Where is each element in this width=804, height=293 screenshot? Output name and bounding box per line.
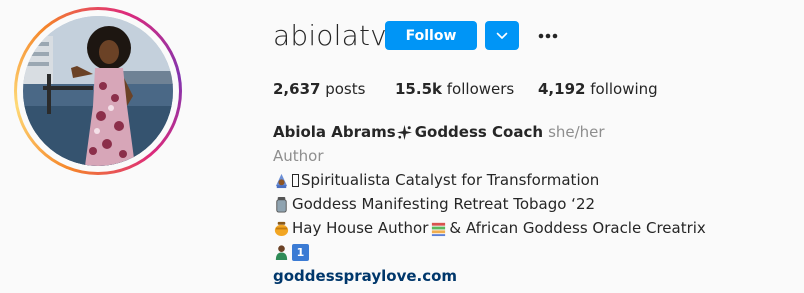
keycap-one-icon: 1 (292, 243, 309, 261)
followers-stat[interactable]: 15.5k followers (395, 80, 514, 98)
missing-glyph-icon (292, 173, 299, 187)
bio-text-3b: & African Goddess Oracle Creatrix (449, 219, 706, 237)
following-count: 4,192 (538, 80, 586, 98)
profile-category: Author (273, 147, 324, 165)
person-icon (275, 244, 288, 260)
honey-pot-icon (274, 221, 289, 236)
bio-name-line: Abiola Abrams Goddess Coach she/her (273, 120, 706, 144)
bio-text-1: Spiritualista Catalyst for Transformatio… (301, 171, 600, 189)
suggested-accounts-button[interactable] (485, 21, 519, 50)
bio-website-line: goddesspraylove.com (273, 264, 706, 288)
avatar[interactable] (23, 16, 173, 166)
posts-label: posts (325, 80, 366, 98)
follow-button[interactable]: Follow (385, 21, 477, 50)
bio-line-4: 1 (273, 240, 706, 264)
profile-page: abiolatv Follow 2,637 posts 15.5k follow… (0, 0, 804, 293)
profile-bio: Abiola Abrams Goddess Coach she/her Auth… (273, 120, 706, 288)
bio-text-3a: Hay House Author (292, 219, 429, 237)
bio-line-3: Hay House Author & African Goddess Oracl… (273, 216, 706, 240)
bio-line-1: Spiritualista Catalyst for Transformatio… (273, 168, 706, 192)
jar-icon (276, 196, 287, 213)
more-options-button[interactable] (534, 26, 562, 46)
more-horizontal-icon (538, 33, 558, 39)
pronouns: she/her (548, 123, 605, 141)
bio-text-2: Goddess Manifesting Retreat Tobago ‘22 (292, 195, 596, 213)
following-stat[interactable]: 4,192 following (538, 80, 658, 98)
following-label: following (590, 80, 658, 98)
followers-label: followers (446, 80, 515, 98)
full-name-suffix: Goddess Coach (414, 123, 544, 141)
posts-stat: 2,637 posts (273, 80, 365, 98)
books-icon (432, 222, 446, 236)
full-name: Abiola Abrams (273, 123, 396, 141)
chevron-down-icon (496, 32, 508, 39)
profile-username: abiolatv (273, 19, 387, 52)
followers-count: 15.5k (395, 80, 442, 98)
bio-line-2: Goddess Manifesting Retreat Tobago ‘22 (273, 192, 706, 216)
woman-mage-icon (275, 173, 288, 188)
website-link[interactable]: goddesspraylove.com (273, 264, 457, 288)
posts-count: 2,637 (273, 80, 321, 98)
avatar-story-ring[interactable] (14, 7, 182, 175)
sparkle-icon (396, 124, 412, 140)
avatar-photo (23, 16, 173, 166)
